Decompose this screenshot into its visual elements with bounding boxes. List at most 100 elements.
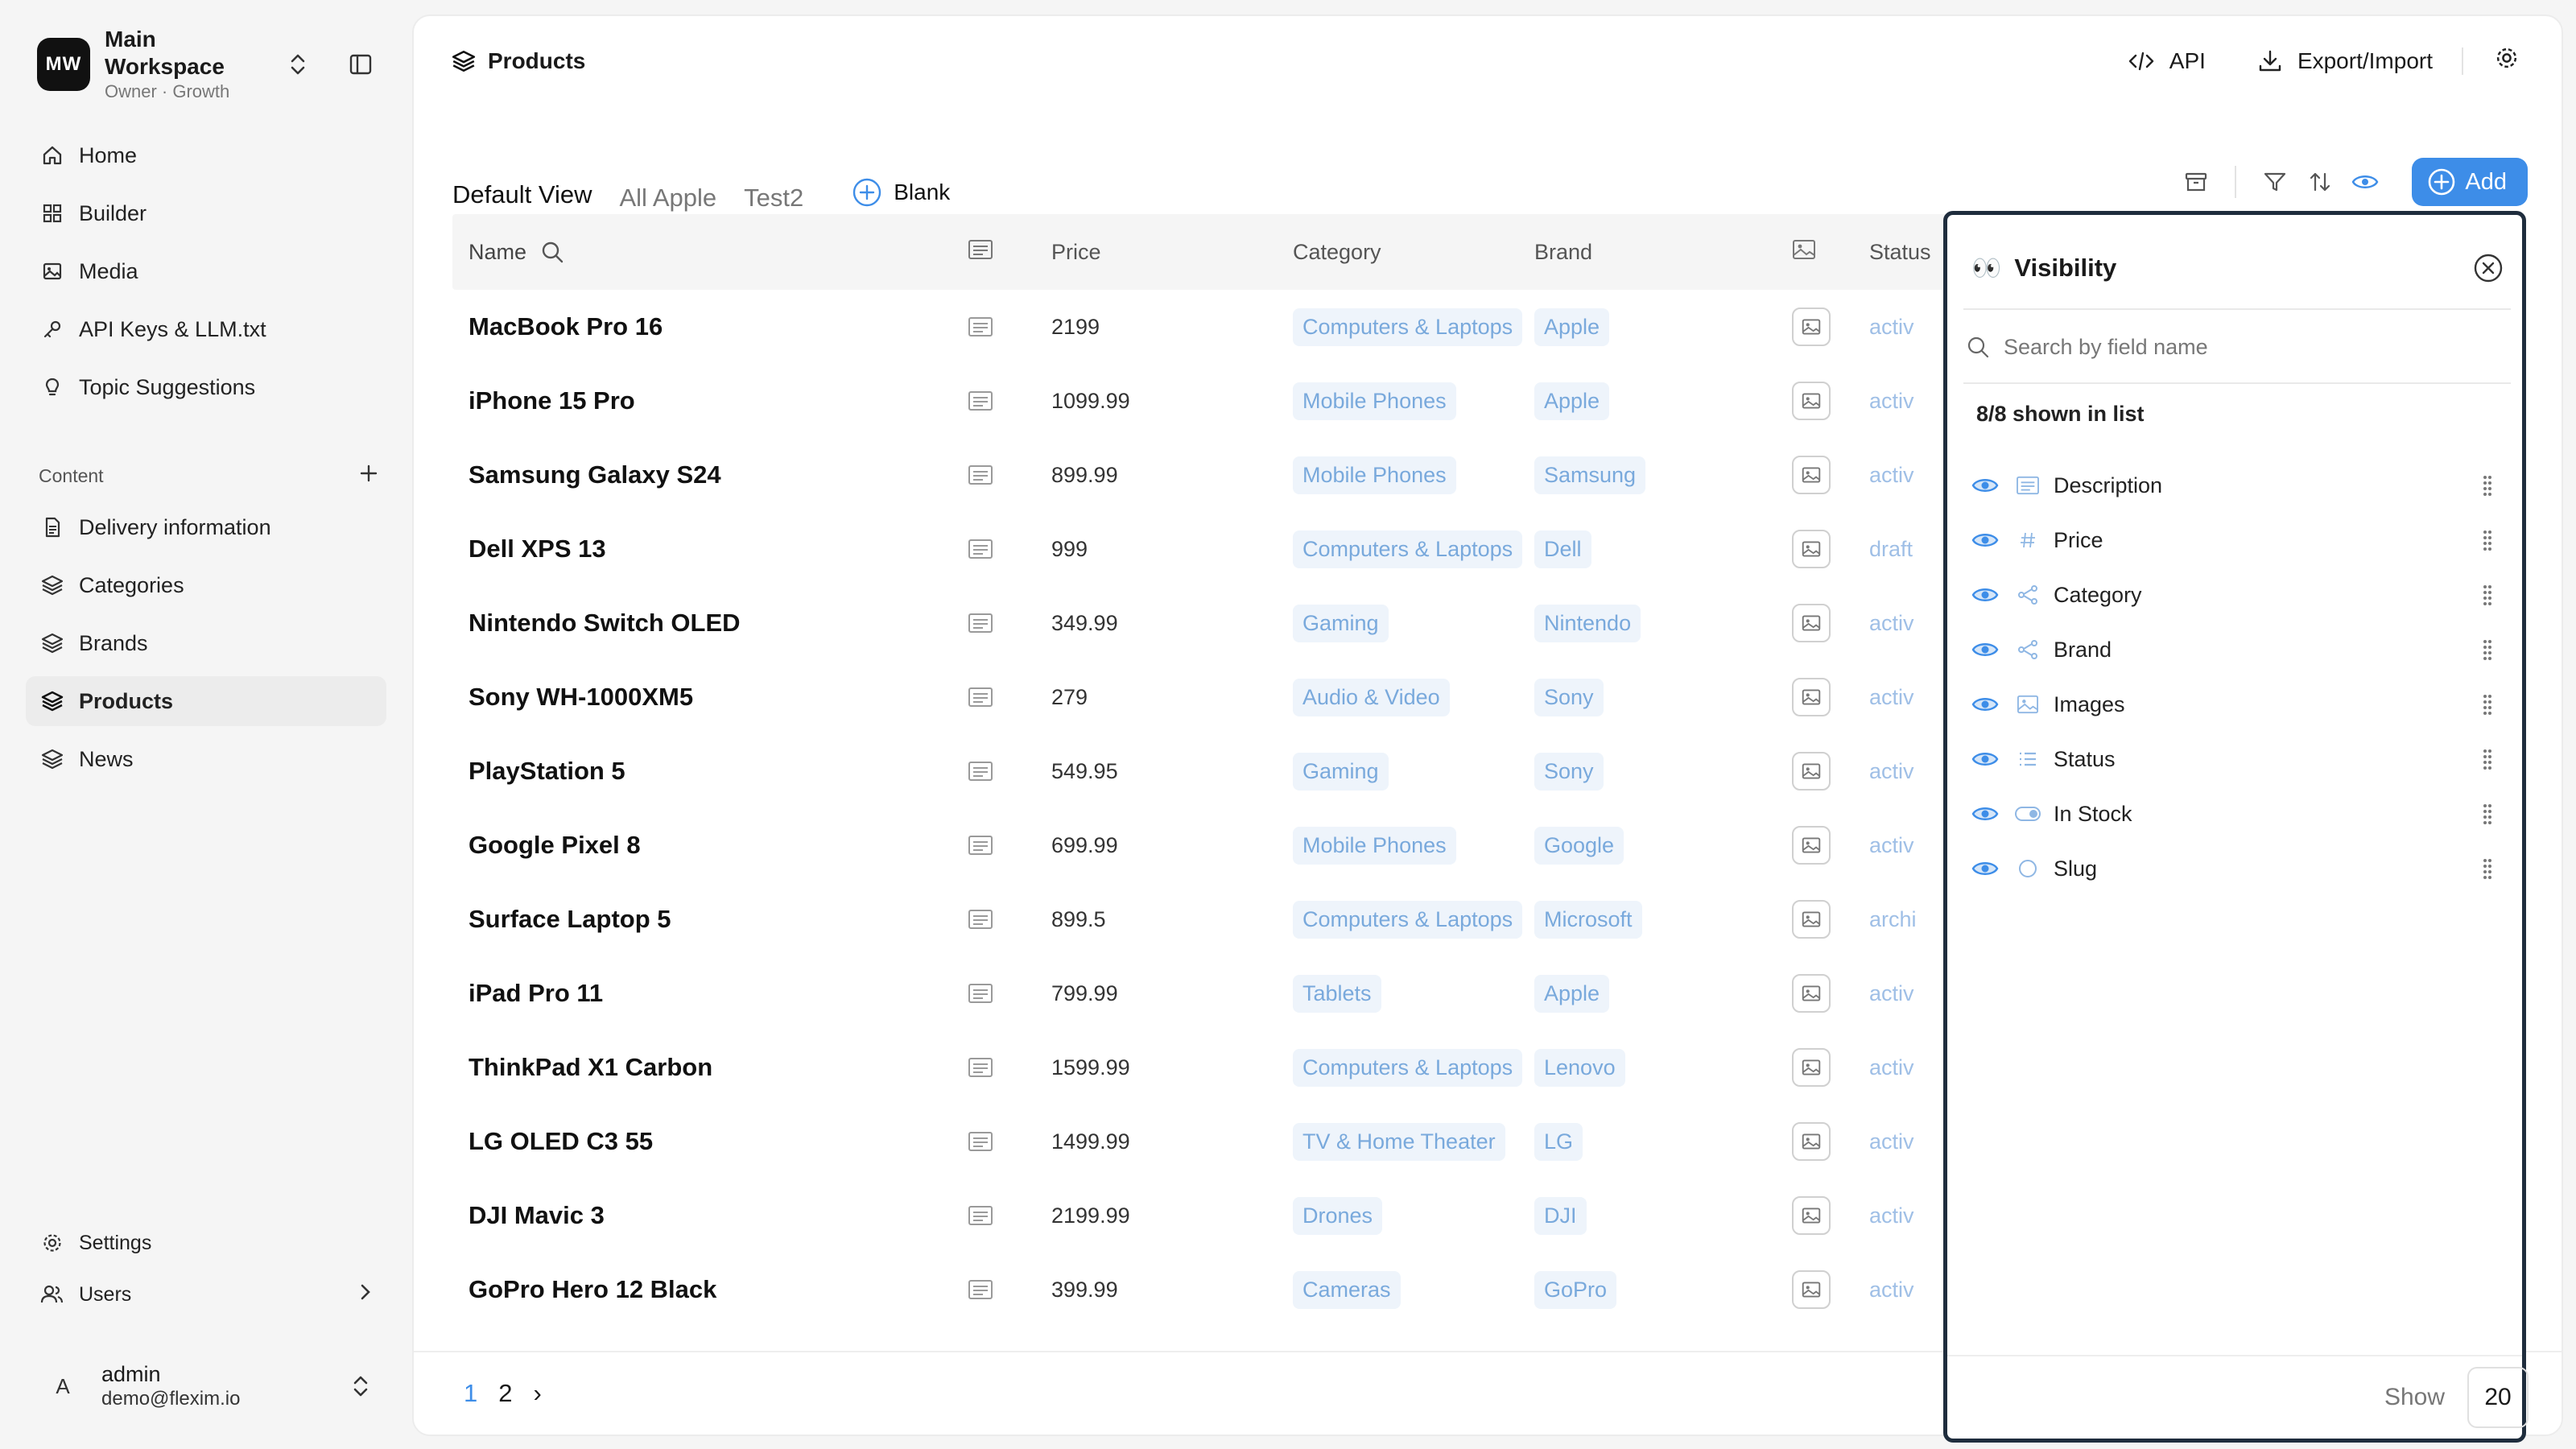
category-tag[interactable]: Computers & Laptops xyxy=(1293,1048,1523,1087)
brand-tag[interactable]: Lenovo xyxy=(1534,1048,1625,1087)
nav-item-delivery-information[interactable]: Delivery information xyxy=(26,502,386,552)
image-thumbnail-icon[interactable] xyxy=(1792,900,1831,939)
brand-tag[interactable]: Sony xyxy=(1534,752,1604,791)
brand-tag[interactable]: Samsung xyxy=(1534,456,1646,494)
close-icon[interactable] xyxy=(2471,250,2506,286)
brand-tag[interactable]: Google xyxy=(1534,826,1624,865)
category-tag[interactable]: Mobile Phones xyxy=(1293,826,1456,865)
nav-item-api-keys[interactable]: API Keys & LLM.txt xyxy=(26,304,386,354)
image-thumbnail-icon[interactable] xyxy=(1792,826,1831,865)
table-row[interactable]: ThinkPad X1 Carbon 1599.99 Computers & Lap… xyxy=(452,1030,1950,1104)
chevron-up-down-icon[interactable] xyxy=(343,1368,378,1404)
column-header-category[interactable]: Category xyxy=(1293,240,1534,265)
category-tag[interactable]: Mobile Phones xyxy=(1293,456,1456,494)
nav-item-home[interactable]: Home xyxy=(26,130,386,180)
visibility-field-item[interactable]: Price xyxy=(1971,513,2500,568)
add-button[interactable]: Add xyxy=(2412,158,2528,206)
table-row[interactable]: DJI Mavic 3 2199.99 Drones DJI activ xyxy=(452,1179,1950,1253)
table-row[interactable]: Sony WH-1000XM5 279 Audio & Video Sony activ xyxy=(452,660,1950,734)
nav-item-builder[interactable]: Builder xyxy=(26,188,386,238)
export-import-button[interactable]: Export/Import xyxy=(2257,48,2433,74)
nav-item-users[interactable]: Users xyxy=(26,1272,386,1317)
chevron-up-down-icon[interactable] xyxy=(280,47,316,82)
visibility-field-item[interactable]: Description xyxy=(1971,458,2500,513)
api-button[interactable]: API xyxy=(2128,48,2206,74)
eye-toggle-icon[interactable] xyxy=(1971,639,2004,660)
table-row[interactable]: Nintendo Switch OLED 349.99 Gaming Nintendo… xyxy=(452,586,1950,660)
product-name[interactable]: iPhone 15 Pro xyxy=(452,386,968,415)
archive-icon[interactable] xyxy=(2174,159,2219,204)
image-thumbnail-icon[interactable] xyxy=(1792,678,1831,716)
product-name[interactable]: Google Pixel 8 xyxy=(452,831,968,860)
drag-handle-icon[interactable] xyxy=(2475,528,2500,552)
column-header-price[interactable]: Price xyxy=(1051,240,1293,265)
category-tag[interactable]: Computers & Laptops xyxy=(1293,900,1523,939)
eye-toggle-icon[interactable] xyxy=(1971,694,2004,715)
table-row[interactable]: iPad Pro 11 799.99 Tablets Apple activ xyxy=(452,956,1950,1030)
eye-icon[interactable] xyxy=(2343,159,2388,204)
image-thumbnail-icon[interactable] xyxy=(1792,1048,1831,1087)
eye-toggle-icon[interactable] xyxy=(1971,803,2004,824)
category-tag[interactable]: Computers & Laptops xyxy=(1293,308,1523,346)
workspace-switcher[interactable]: MW Main Workspace Owner · Growth xyxy=(37,27,378,101)
brand-tag[interactable]: LG xyxy=(1534,1122,1583,1161)
add-content-icon[interactable] xyxy=(357,462,380,489)
column-header-images[interactable] xyxy=(1792,238,1869,266)
eye-toggle-icon[interactable] xyxy=(1971,858,2004,879)
category-tag[interactable]: Drones xyxy=(1293,1196,1383,1235)
product-name[interactable]: LG OLED C3 55 xyxy=(452,1127,968,1156)
table-row[interactable]: iPhone 15 Pro 1099.99 Mobile Phones Apple ac… xyxy=(452,364,1950,438)
product-name[interactable]: Sony WH-1000XM5 xyxy=(452,683,968,712)
column-header-status[interactable]: Status xyxy=(1869,240,1950,265)
brand-tag[interactable]: DJI xyxy=(1534,1196,1587,1235)
product-name[interactable]: DJI Mavic 3 xyxy=(452,1201,968,1230)
page-1-link[interactable]: 1 xyxy=(464,1379,477,1408)
category-tag[interactable]: Computers & Laptops xyxy=(1293,530,1523,568)
drag-handle-icon[interactable] xyxy=(2475,692,2500,716)
category-tag[interactable]: Gaming xyxy=(1293,752,1389,791)
image-thumbnail-icon[interactable] xyxy=(1792,308,1831,346)
column-header-name[interactable]: Name xyxy=(452,239,968,265)
category-tag[interactable]: Mobile Phones xyxy=(1293,382,1456,420)
product-name[interactable]: MacBook Pro 16 xyxy=(452,312,968,341)
table-row[interactable]: PlayStation 5 549.95 Gaming Sony activ xyxy=(452,734,1950,808)
search-icon[interactable] xyxy=(539,239,565,265)
brand-tag[interactable]: Apple xyxy=(1534,382,1610,420)
image-thumbnail-icon[interactable] xyxy=(1792,752,1831,791)
product-name[interactable]: Samsung Galaxy S24 xyxy=(452,460,968,489)
image-thumbnail-icon[interactable] xyxy=(1792,1270,1831,1309)
product-name[interactable]: Dell XPS 13 xyxy=(452,535,968,564)
drag-handle-icon[interactable] xyxy=(2475,583,2500,607)
image-thumbnail-icon[interactable] xyxy=(1792,604,1831,642)
brand-tag[interactable]: GoPro xyxy=(1534,1270,1617,1309)
product-name[interactable]: PlayStation 5 xyxy=(452,757,968,786)
field-search-input[interactable] xyxy=(2004,334,2487,360)
image-thumbnail-icon[interactable] xyxy=(1792,382,1831,420)
product-name[interactable]: ThinkPad X1 Carbon xyxy=(452,1053,968,1082)
nav-item-media[interactable]: Media xyxy=(26,246,386,296)
sidebar-toggle-icon[interactable] xyxy=(343,47,378,82)
category-tag[interactable]: Gaming xyxy=(1293,604,1389,642)
drag-handle-icon[interactable] xyxy=(2475,747,2500,771)
drag-handle-icon[interactable] xyxy=(2475,802,2500,826)
image-thumbnail-icon[interactable] xyxy=(1792,1122,1831,1161)
drag-handle-icon[interactable] xyxy=(2475,473,2500,497)
column-header-brand[interactable]: Brand xyxy=(1534,240,1792,265)
eye-toggle-icon[interactable] xyxy=(1971,475,2004,496)
table-row[interactable]: Google Pixel 8 699.99 Mobile Phones Google a… xyxy=(452,808,1950,882)
category-tag[interactable]: TV & Home Theater xyxy=(1293,1122,1505,1161)
table-row[interactable]: GoPro Hero 12 Black 399.99 Cameras GoPro act… xyxy=(452,1253,1950,1327)
visibility-field-item[interactable]: In Stock xyxy=(1971,786,2500,841)
image-thumbnail-icon[interactable] xyxy=(1792,974,1831,1013)
table-row[interactable]: LG OLED C3 55 1499.99 TV & Home Theater LG a… xyxy=(452,1104,1950,1179)
brand-tag[interactable]: Nintendo xyxy=(1534,604,1641,642)
brand-tag[interactable]: Microsoft xyxy=(1534,900,1642,939)
brand-tag[interactable]: Apple xyxy=(1534,974,1610,1013)
category-tag[interactable]: Cameras xyxy=(1293,1270,1401,1309)
image-thumbnail-icon[interactable] xyxy=(1792,530,1831,568)
table-row[interactable]: Surface Laptop 5 899.5 Computers & Laptops… xyxy=(452,882,1950,956)
drag-handle-icon[interactable] xyxy=(2475,638,2500,662)
table-row[interactable]: MacBook Pro 16 2199 Computers & Laptops App… xyxy=(452,290,1950,364)
visibility-field-item[interactable]: Category xyxy=(1971,568,2500,622)
filter-icon[interactable] xyxy=(2252,159,2297,204)
